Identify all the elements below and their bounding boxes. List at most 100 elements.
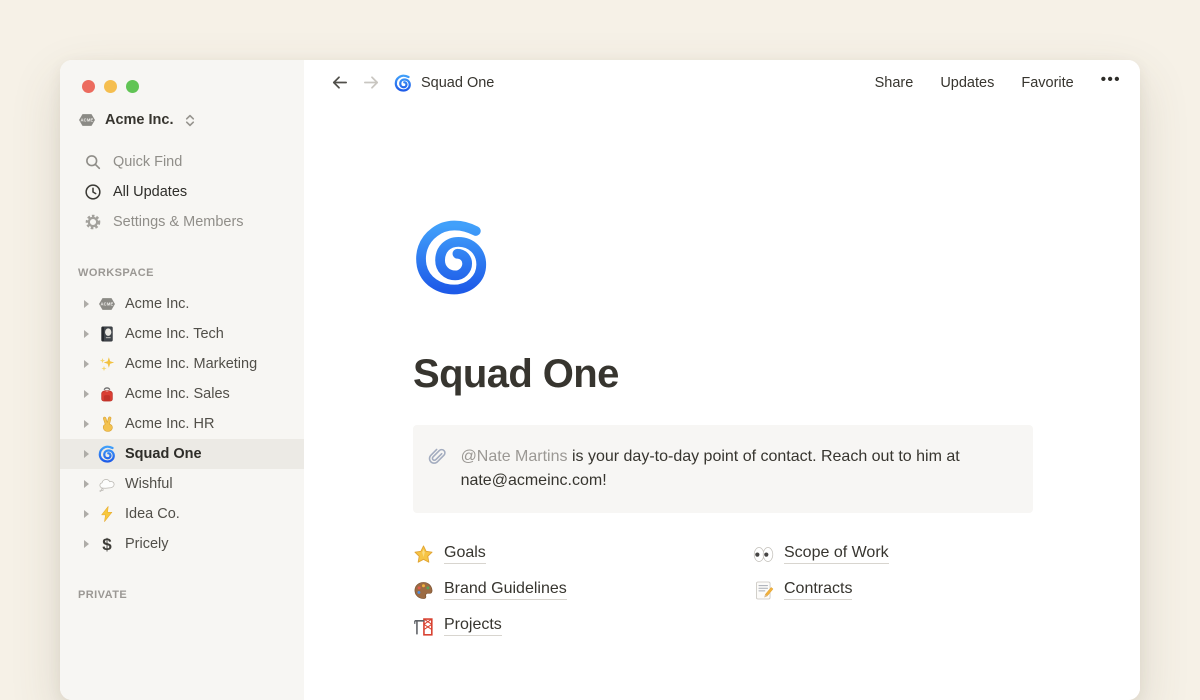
page-link-label[interactable]: Projects	[444, 616, 502, 636]
page-link-projects[interactable]: Projects	[413, 614, 753, 638]
svg-text:ACME: ACME	[80, 118, 93, 123]
sidebar-item-label: Acme Inc. Sales	[125, 386, 230, 402]
breadcrumb[interactable]: Squad One	[394, 74, 494, 92]
expand-toggle-icon[interactable]	[84, 420, 89, 428]
expand-toggle-icon[interactable]	[84, 300, 89, 308]
cyclone-icon	[394, 74, 412, 92]
links-column-right: Scope of Work Contracts	[753, 542, 889, 650]
acme-badge-icon: ACME	[98, 295, 116, 313]
sidebar-menu-item-settings-members[interactable]: Settings & Members	[60, 207, 304, 237]
page-links: Goals Brand Guidelines Projects Scope of…	[413, 542, 1033, 650]
callout-text: @Nate Martins is your day-to-day point o…	[461, 445, 1017, 493]
sidebar-menu: Quick Find All Updates Settings & Member…	[60, 147, 304, 237]
sidebar-item-label: Acme Inc.	[125, 296, 189, 312]
sparkles-icon	[98, 355, 116, 373]
memo-icon	[753, 580, 774, 601]
page-link-scope-of-work[interactable]: Scope of Work	[753, 542, 889, 566]
construction-icon	[413, 616, 434, 637]
topbar-actions: Share Updates Favorite •••	[875, 71, 1121, 94]
page-link-contracts[interactable]: Contracts	[753, 578, 889, 602]
sidebar-item-acme-inc-marketing[interactable]: Acme Inc. Marketing	[60, 349, 304, 379]
sidebar: ACME Acme Inc. Quick Find All Updates Se…	[60, 60, 304, 700]
paperclip-icon	[427, 445, 448, 469]
thought-cloud-icon	[98, 475, 116, 493]
page-link-label[interactable]: Goals	[444, 544, 486, 564]
page-link-label[interactable]: Contracts	[784, 580, 852, 600]
eyes-icon	[753, 544, 774, 565]
sidebar-item-label: Idea Co.	[125, 506, 180, 522]
victory-hand-icon	[98, 415, 116, 433]
page-link-brand-guidelines[interactable]: Brand Guidelines	[413, 578, 753, 602]
expand-toggle-icon[interactable]	[84, 480, 89, 488]
dollar-icon: $	[98, 535, 116, 553]
sidebar-item-label: Acme Inc. Marketing	[125, 356, 257, 372]
app-window: ACME Acme Inc. Quick Find All Updates Se…	[60, 60, 1140, 700]
sidebar-menu-item-all-updates[interactable]: All Updates	[60, 177, 304, 207]
workspace-section-label: WORKSPACE	[60, 267, 304, 279]
expand-toggle-icon[interactable]	[84, 330, 89, 338]
back-button[interactable]	[330, 73, 349, 92]
close-button[interactable]	[82, 80, 95, 93]
mention-link[interactable]: @Nate Martins	[461, 448, 568, 465]
sidebar-item-wishful[interactable]: Wishful	[60, 469, 304, 499]
topbar: Squad One Share Updates Favorite •••	[304, 60, 1140, 105]
svg-text:ACME: ACME	[100, 302, 113, 307]
sidebar-menu-label: Settings & Members	[113, 214, 244, 230]
expand-toggle-icon[interactable]	[84, 450, 89, 458]
sidebar-menu-label: All Updates	[113, 184, 187, 200]
expand-toggle-icon[interactable]	[84, 510, 89, 518]
more-options-button[interactable]: •••	[1101, 71, 1121, 94]
favorite-button[interactable]: Favorite	[1021, 75, 1073, 91]
links-column-left: Goals Brand Guidelines Projects	[413, 542, 753, 650]
clock-icon	[84, 183, 102, 201]
notebook-icon	[98, 325, 116, 343]
star-icon	[413, 544, 434, 565]
sidebar-item-acme-inc-sales[interactable]: Acme Inc. Sales	[60, 379, 304, 409]
gear-icon	[84, 213, 102, 231]
workspace-name: Acme Inc.	[105, 112, 174, 128]
updates-button[interactable]: Updates	[940, 75, 994, 91]
sidebar-item-label: Wishful	[125, 476, 173, 492]
private-section-label: PRIVATE	[60, 589, 304, 601]
sidebar-item-acme-inc[interactable]: ACME Acme Inc.	[60, 289, 304, 319]
sidebar-item-acme-inc-tech[interactable]: Acme Inc. Tech	[60, 319, 304, 349]
palette-icon	[413, 580, 434, 601]
callout: @Nate Martins is your day-to-day point o…	[413, 425, 1033, 513]
page-link-goals[interactable]: Goals	[413, 542, 753, 566]
page-link-label[interactable]: Scope of Work	[784, 544, 889, 564]
private-section: PRIVATE	[60, 589, 304, 601]
workspace-section: WORKSPACE ACME Acme Inc. Acme Inc. Tech …	[60, 267, 304, 559]
arrow-right-icon	[362, 73, 381, 92]
minimize-button[interactable]	[104, 80, 117, 93]
breadcrumb-label: Squad One	[421, 75, 494, 91]
search-icon	[84, 153, 102, 171]
page-content: Squad One @Nate Martins is your day-to-d…	[304, 105, 1033, 650]
share-button[interactable]: Share	[875, 75, 914, 91]
expand-toggle-icon[interactable]	[84, 390, 89, 398]
zoom-button[interactable]	[126, 80, 139, 93]
nav-arrows	[330, 73, 381, 92]
acme-badge-icon: ACME	[78, 111, 96, 129]
chevron-updown-icon	[183, 113, 197, 128]
workspace-switcher[interactable]: ACME Acme Inc.	[60, 105, 304, 135]
sidebar-item-label: Squad One	[125, 446, 202, 462]
traffic-lights	[60, 80, 304, 93]
sidebar-item-squad-one[interactable]: Squad One	[60, 439, 304, 469]
sidebar-item-label: Pricely	[125, 536, 169, 552]
cyclone-icon	[98, 445, 116, 463]
sidebar-item-label: Acme Inc. HR	[125, 416, 214, 432]
main-area: Squad One Share Updates Favorite ••• Squad …	[304, 60, 1140, 700]
expand-toggle-icon[interactable]	[84, 360, 89, 368]
sidebar-item-idea-co[interactable]: Idea Co.	[60, 499, 304, 529]
page-link-label[interactable]: Brand Guidelines	[444, 580, 567, 600]
forward-button[interactable]	[362, 73, 381, 92]
backpack-icon	[98, 385, 116, 403]
sidebar-item-label: Acme Inc. Tech	[125, 326, 224, 342]
page-title[interactable]: Squad One	[413, 350, 1033, 398]
sidebar-menu-label: Quick Find	[113, 154, 182, 170]
sidebar-menu-item-quick-find[interactable]: Quick Find	[60, 147, 304, 177]
sidebar-item-acme-inc-hr[interactable]: Acme Inc. HR	[60, 409, 304, 439]
page-icon[interactable]	[413, 218, 491, 296]
sidebar-item-pricely[interactable]: $ Pricely	[60, 529, 304, 559]
expand-toggle-icon[interactable]	[84, 540, 89, 548]
